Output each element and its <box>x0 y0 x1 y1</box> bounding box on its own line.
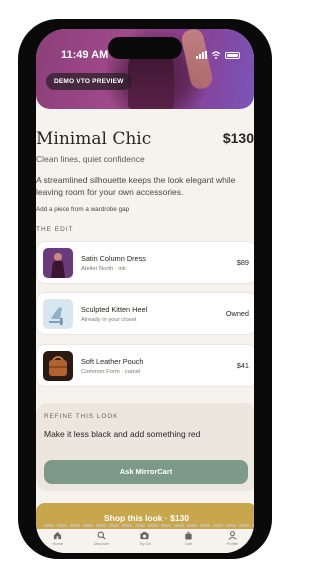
item-card-heel[interactable]: Sculpted Kitten Heel Already in your clo… <box>36 292 254 335</box>
look-price: $130 <box>222 130 254 146</box>
item-price: $89 <box>236 258 249 267</box>
tab-label: Try On <box>138 541 152 546</box>
item-price: $41 <box>236 361 249 370</box>
tab-label: Home <box>52 541 64 546</box>
tab-profile[interactable]: Profile <box>212 531 252 546</box>
search-icon <box>97 531 106 540</box>
refine-input[interactable]: Make it less black and add something red <box>44 429 200 439</box>
tab-cart[interactable]: Cart <box>169 531 209 546</box>
item-meta: Already in your closet <box>81 317 137 323</box>
tab-label: Discover <box>93 541 110 546</box>
profile-icon <box>228 531 237 540</box>
refine-panel: REFINE THIS LOOK Make it less black and … <box>36 403 254 491</box>
item-name: Soft Leather Pouch <box>81 357 144 366</box>
heel-thumbnail <box>43 299 73 329</box>
item-name: Sculpted Kitten Heel <box>81 305 148 314</box>
wardrobe-gap-note: Add a piece from a wardrobe gap <box>36 206 130 213</box>
item-card-pouch[interactable]: Soft Leather Pouch Common Form · camel $… <box>36 344 254 387</box>
tab-label: Profile <box>226 541 238 546</box>
tab-label: Cart <box>184 541 193 546</box>
dress-thumbnail <box>43 248 73 278</box>
pouch-thumbnail <box>43 351 73 381</box>
tab-home[interactable]: Home <box>38 531 78 546</box>
item-owned-status: Owned <box>225 309 249 318</box>
item-name: Satin Column Dress <box>81 254 146 263</box>
home-icon <box>54 531 62 540</box>
item-card-dress[interactable]: Satin Column Dress Atelier North · ink $… <box>36 241 254 284</box>
look-description: A streamlined silhouette keeps the look … <box>36 175 236 197</box>
wifi-icon <box>211 51 221 59</box>
battery-icon <box>225 51 240 59</box>
camera-icon <box>140 531 150 540</box>
app-screen: DEMO VTO PREVIEW Minimal Chic $130 Clean… <box>36 29 254 553</box>
tab-discover[interactable]: Discover <box>81 531 121 546</box>
hero-image: DEMO VTO PREVIEW <box>36 29 254 109</box>
refine-label: REFINE THIS LOOK <box>44 413 119 420</box>
item-meta: Common Form · camel <box>81 369 141 375</box>
status-icons <box>196 51 240 59</box>
look-title: Minimal Chic <box>36 129 152 149</box>
tab-bar: Home Discover Try On Cart Profile <box>36 529 254 553</box>
phone-frame: DEMO VTO PREVIEW Minimal Chic $130 Clean… <box>18 19 272 559</box>
footnote-text <box>44 524 254 527</box>
section-label-the-edit: THE EDIT <box>36 226 74 233</box>
look-subtitle: Clean lines, quiet confidence <box>36 154 145 164</box>
signal-icon <box>196 51 207 59</box>
dynamic-island <box>108 37 182 59</box>
tab-try-on[interactable]: Try On <box>125 531 165 546</box>
item-meta: Atelier North · ink <box>81 266 126 272</box>
status-time: 11:49 AM <box>61 49 109 61</box>
bag-icon <box>185 531 192 540</box>
ask-mirrorcart-button[interactable]: Ask MirrorCart <box>44 460 248 484</box>
demo-badge: DEMO VTO PREVIEW <box>46 73 132 90</box>
